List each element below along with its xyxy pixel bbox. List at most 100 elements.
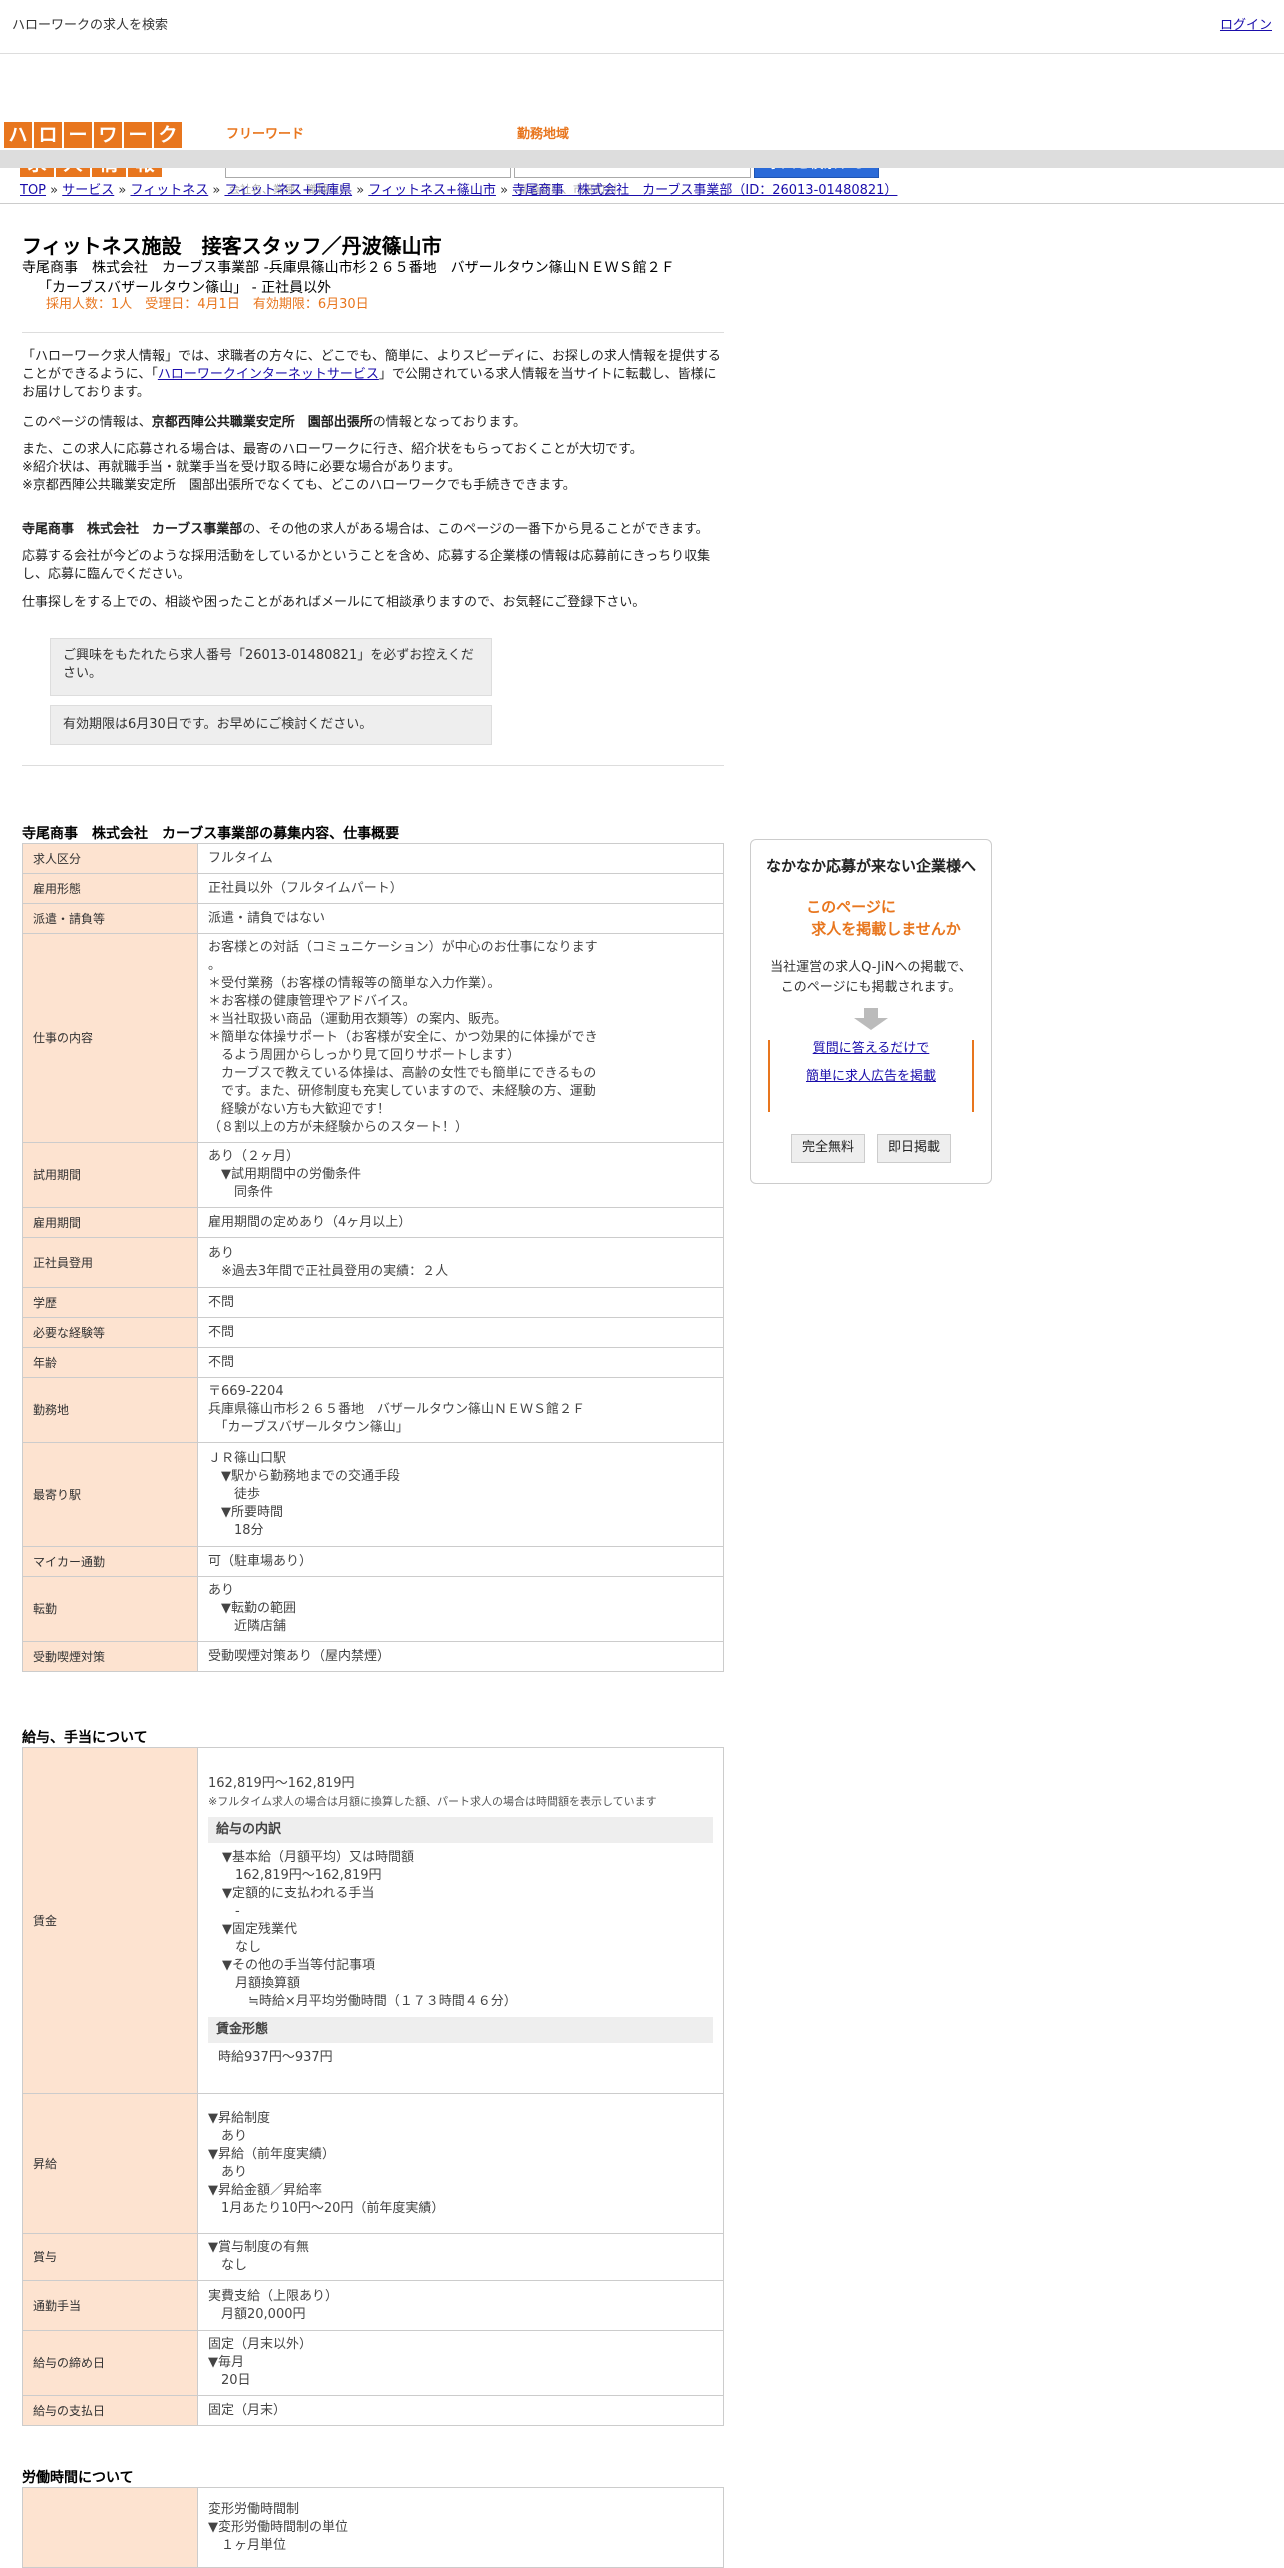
row-label: 求人区分 (22, 843, 198, 874)
row-label: 最寄り駅 (22, 1442, 198, 1547)
value-line: 「カーブスバザールタウン篠山」 (208, 1420, 409, 1435)
breadcrumb-link[interactable]: サービス (62, 183, 114, 198)
value-line: 不問 (208, 1354, 235, 1370)
wage-form-title: 賃金形態 (208, 2016, 713, 2043)
table-row: 賞与 ▼賞与制度の有無 なし (22, 2233, 724, 2281)
value-line: （８割以上の方が未経験からのスタート！） (208, 1120, 469, 1135)
breadcrumb-link[interactable]: TOP (20, 183, 46, 198)
row-value: お客様との対話（コミュニケーション）が中心のお仕事になります。 ＊受付業務（お客様… (197, 933, 724, 1143)
value-line: 固定（月末以外） (208, 2337, 313, 2352)
intro-paragraph-4: 寺尾商事 株式会社 カーブス事業部の、その他の求人がある場合は、このページの一番… (22, 521, 722, 539)
value-line: 18分 (208, 1522, 264, 1538)
table-row: 年齢 不問 (22, 1347, 724, 1378)
value-line: あり（２ヶ月） (208, 1149, 300, 1164)
row-value: 受動喫煙対策あり（屋内禁煙） (197, 1641, 724, 1672)
table-row: 試用期間 あり（２ヶ月） ▼試用期間中の労働条件 同条件 (22, 1142, 724, 1208)
offer-line: このページに (806, 897, 896, 916)
value-line: 兵庫県篠山市杉２６５番地 バザールタウン篠山ＮＥＷＳ館２Ｆ (208, 1402, 586, 1417)
value-line: るよう周囲からしっかり見て回りサポートします） (208, 1048, 521, 1063)
divider (22, 332, 724, 333)
row-value: ▼昇給制度 あり ▼昇給（前年度実績） あり ▼昇給金額／昇給率 1月あたり10円〜… (197, 2093, 724, 2234)
value-line: です。また、研修制度も充実していますので、未経験の方、運動 (208, 1084, 596, 1099)
breadcrumb-link[interactable]: 寺尾商事 株式会社 カーブス事業部（ID：26013-01480821） (512, 183, 897, 198)
row-value: あり（２ヶ月） ▼試用期間中の労働条件 同条件 (197, 1142, 724, 1208)
table-row: 正社員登用 あり ※過去3年間で正社員登用の実績：２人 (22, 1237, 724, 1288)
row-value: 固定（月末） (197, 2395, 724, 2426)
breadcrumb-link[interactable]: フィットネス+兵庫県 (224, 183, 352, 198)
free-button[interactable]: 完全無料 (790, 1133, 865, 1163)
advertise-link-1[interactable]: 質問に答えるだけで (770, 1040, 972, 1058)
row-value: 雇用期間の定めあり（4ヶ月以上） (197, 1207, 724, 1238)
table-row: 通勤手当 実費支給（上限あり） 月額20,000円 (22, 2280, 724, 2331)
hellowork-link[interactable]: ハローワークインターネットサービス (158, 367, 379, 382)
login-link[interactable]: ログイン (1220, 17, 1272, 36)
row-label: 年齢 (22, 1347, 198, 1378)
section-title-overview: 寺尾商事 株式会社 カーブス事業部の募集内容、仕事概要 (22, 826, 400, 842)
same-day-button[interactable]: 即日掲載 (877, 1133, 952, 1163)
breakdown-line: ▼定額的に支払われる手当 (222, 1885, 375, 1901)
row-label: 転勤 (22, 1576, 198, 1642)
value-line: ▼駅から勤務地までの交通手段 (208, 1468, 400, 1484)
intro-text: ※京都西陣公共職業安定所 園部出張所でなくても、どこのハローワークでも手続きでき… (22, 478, 576, 493)
row-value: 実費支給（上限あり） 月額20,000円 (197, 2280, 724, 2331)
table-row: 必要な経験等 不問 (22, 1317, 724, 1348)
value-line: あり (208, 1245, 235, 1261)
intro-text: ※紹介状は、再就職手当・就業手当を受け取る時に必要な場合があります。 (22, 460, 461, 475)
row-value: 不問 (197, 1347, 724, 1378)
row-label: 賞与 (22, 2233, 198, 2281)
breadcrumb-link[interactable]: フィットネス (130, 183, 208, 198)
row-label: 仕事の内容 (22, 933, 198, 1143)
job-meta: 採用人数：1人 受理日：4月1日 有効期限：6月30日 (46, 297, 369, 312)
table-row: 変形労働時間制 ▼変形労働時間制の単位 １ヶ月単位 (22, 2487, 724, 2568)
breadcrumb-sep: » (208, 183, 225, 198)
value-line: ＊簡単な体操サポート（お客様が安全に、かつ効果的に体操ができ (208, 1030, 598, 1045)
logo-char: ク (154, 122, 182, 148)
intro-paragraph-1: 「ハローワーク求人情報」では、求職者の方々に、どこでも、簡単に、よりスピーディに… (22, 348, 722, 402)
intro-text: の、その他の求人がある場合は、このページの一番下から見ることができます。 (242, 522, 709, 537)
value-line: ＊お客様の健康管理やアドバイス。 (208, 994, 416, 1009)
value-line: １ヶ月単位 (208, 2537, 287, 2553)
value-line: 不問 (208, 1324, 235, 1340)
top-bar: ハローワークの求人を検索 ログイン (0, 0, 1284, 54)
value-line: 1月あたり10円〜20円（前年度実績） (208, 2200, 445, 2216)
row-label: 雇用形態 (22, 873, 198, 904)
advertise-link-2[interactable]: 簡単に求人広告を掲載 (770, 1068, 972, 1086)
table-row: 受動喫煙対策 受動喫煙対策あり（屋内禁煙） (22, 1641, 724, 1672)
row-label: 学歴 (22, 1287, 198, 1318)
value-line: ▼転勤の範囲 (208, 1601, 296, 1616)
breakdown-title: 給与の内訳 (208, 1816, 713, 1843)
table-row: 雇用形態 正社員以外（フルタイムパート） (22, 873, 724, 904)
row-value: 派遣・請負ではない (197, 903, 724, 934)
logo-char: ロ (34, 122, 62, 148)
row-value: 不問 (197, 1317, 724, 1348)
value-line: 雇用期間の定めあり（4ヶ月以上） (208, 1214, 412, 1230)
table-row: マイカー通勤 可（駐車場あり） (22, 1546, 724, 1577)
table-row: 最寄り駅 ＪＲ篠山口駅 ▼駅から勤務地までの交通手段 徒歩 ▼所要時間 18分 (22, 1442, 724, 1547)
table-row: 勤務地 〒669-2204 兵庫県篠山市杉２６５番地 バザールタウン篠山ＮＥＷＳ館２… (22, 1377, 724, 1443)
value-line: カーブスで教えている体操は、高齢の女性でも簡単にできるもの (208, 1066, 597, 1081)
advertise-offer: このページに 求人を掲載しませんか (751, 896, 991, 940)
breadcrumb-sep: » (352, 183, 369, 198)
row-value: 正社員以外（フルタイムパート） (197, 873, 724, 904)
row-value: 〒669-2204 兵庫県篠山市杉２６５番地 バザールタウン篠山ＮＥＷＳ館２Ｆ 「… (197, 1377, 724, 1443)
section-title-wage: 給与、手当について (22, 1730, 148, 1746)
value-line: ▼昇給（前年度実績） (208, 2146, 335, 2162)
value-line: ▼昇給制度 (208, 2110, 270, 2126)
breadcrumb-sep: » (495, 183, 513, 198)
breakdown-line: ▼その他の手当等付記事項 (222, 1957, 375, 1973)
row-label: 受動喫煙対策 (22, 1641, 198, 1672)
row-label: 雇用期間 (22, 1207, 198, 1238)
row-value: ▼賞与制度の有無 なし (197, 2233, 724, 2281)
keyword-label: フリーワード (226, 127, 305, 142)
row-value: フルタイム (197, 843, 724, 874)
row-value: 162,819円〜162,819円 ※フルタイム求人の場合は月額に換算した額、パー… (197, 1747, 724, 2094)
area-label: 勤務地域 (517, 127, 570, 142)
desc-line: このページにも掲載されます。 (780, 979, 962, 995)
job-title: フィットネス施設 接客スタッフ／丹波篠山市 (22, 234, 442, 258)
intro-text: このページの情報は、 (22, 415, 152, 430)
table-row: 賃金 162,819円〜162,819円 ※フルタイム求人の場合は月額に換算した額、… (22, 1747, 724, 2094)
value-line: 経験がない方も大歓迎です！ (208, 1102, 391, 1117)
row-label: 昇給 (22, 2093, 198, 2234)
breadcrumb-link[interactable]: フィットネス+篠山市 (368, 183, 496, 198)
value-line: 実費支給（上限あり） (208, 2288, 339, 2304)
